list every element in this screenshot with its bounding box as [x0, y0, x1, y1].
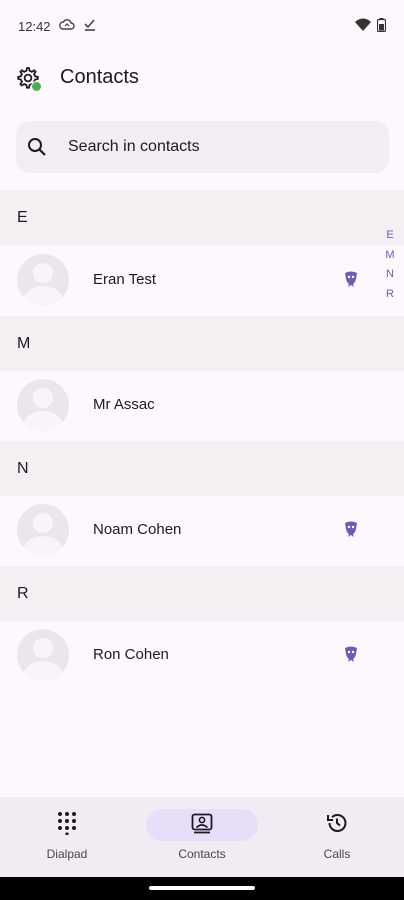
dialpad-icon — [57, 811, 77, 840]
avatar — [17, 504, 69, 556]
cloud-sync-icon — [58, 18, 75, 35]
settings-button[interactable] — [16, 66, 42, 92]
contact-name: Ron Cohen — [93, 646, 169, 663]
nav-item-contacts[interactable]: Contacts — [135, 797, 269, 877]
app-badge-icon — [343, 270, 359, 288]
app-badge-icon — [343, 520, 359, 538]
contact-row-mr-assac[interactable]: Mr Assac — [0, 371, 404, 441]
section-header-n: N — [0, 441, 404, 496]
nav-label: Calls — [323, 847, 351, 861]
status-bar: 12:42 — [0, 0, 404, 52]
contacts-icon — [191, 812, 213, 839]
contact-name: Mr Assac — [93, 396, 155, 413]
nav-pill-active — [146, 809, 258, 841]
nav-item-calls[interactable]: Calls — [270, 797, 404, 877]
nav-label: Contacts — [178, 847, 226, 861]
search-bar[interactable]: Search in contacts — [16, 121, 389, 173]
alpha-index-letter[interactable]: N — [386, 265, 394, 285]
contact-row-noam-cohen[interactable]: Noam Cohen — [0, 496, 404, 566]
bottom-navigation: Dialpad Contacts Calls — [0, 797, 404, 877]
nav-label: Dialpad — [46, 847, 88, 861]
online-status-dot — [31, 81, 42, 92]
status-right — [355, 17, 387, 35]
page-title: Contacts — [60, 66, 139, 88]
avatar — [17, 379, 69, 431]
section-header-m: M — [0, 316, 404, 371]
search-icon — [26, 136, 48, 158]
history-icon — [325, 811, 349, 840]
section-header-e: E — [0, 190, 404, 245]
avatar — [17, 254, 69, 306]
contact-row-ron-cohen[interactable]: Ron Cohen — [0, 621, 404, 691]
battery-icon — [376, 17, 387, 35]
alphabet-index[interactable]: E M N R — [380, 226, 400, 304]
contact-row-eran-test[interactable]: Eran Test — [0, 246, 404, 316]
home-gesture-handle[interactable] — [149, 886, 255, 890]
nav-pill — [11, 809, 123, 841]
top-app-bar: Contacts — [0, 52, 404, 104]
alpha-index-letter[interactable]: R — [386, 285, 394, 305]
status-left: 12:42 — [18, 18, 97, 35]
wifi-icon — [355, 18, 371, 34]
alpha-index-letter[interactable]: M — [385, 246, 394, 266]
app-badge-icon — [343, 645, 359, 663]
nav-item-dialpad[interactable]: Dialpad — [0, 797, 134, 877]
alpha-index-letter[interactable]: E — [386, 226, 393, 246]
avatar — [17, 629, 69, 681]
gesture-navigation-area — [0, 877, 404, 900]
search-placeholder: Search in contacts — [68, 138, 200, 155]
contact-name: Eran Test — [93, 271, 157, 288]
contact-name: Noam Cohen — [93, 521, 182, 538]
nav-pill — [281, 809, 393, 841]
section-header-r: R — [0, 566, 404, 621]
task-done-icon — [83, 18, 97, 35]
status-time: 12:42 — [18, 18, 51, 34]
